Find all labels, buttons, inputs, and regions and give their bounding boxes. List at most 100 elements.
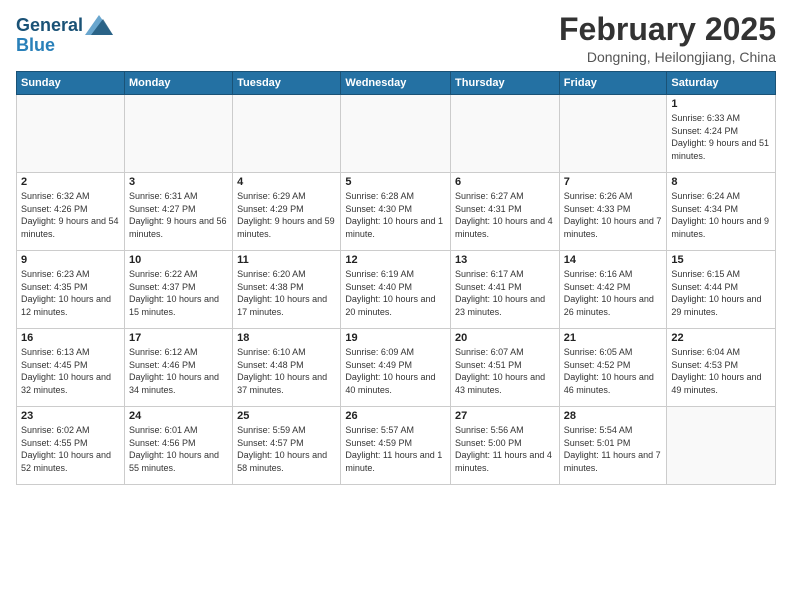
calendar-cell — [124, 95, 232, 173]
day-number: 27 — [455, 410, 555, 422]
logo-text-blue: Blue — [16, 36, 113, 56]
weekday-header-wednesday: Wednesday — [341, 72, 451, 95]
day-info: Sunrise: 5:57 AM Sunset: 4:59 PM Dayligh… — [345, 424, 446, 474]
calendar-cell: 7Sunrise: 6:26 AM Sunset: 4:33 PM Daylig… — [559, 173, 667, 251]
day-number: 6 — [455, 176, 555, 188]
day-info: Sunrise: 6:31 AM Sunset: 4:27 PM Dayligh… — [129, 190, 228, 240]
calendar-cell: 20 Sunrise: 6:07 AM Sunset: 4:51 PM Dayli… — [451, 329, 560, 407]
day-info: Sunrise: 6:04 AM Sunset: 4:53 PM Dayligh… — [671, 346, 771, 396]
day-number: 26 — [345, 410, 446, 422]
calendar-cell: 22 Sunrise: 6:04 AM Sunset: 4:53 PM Dayli… — [667, 329, 776, 407]
day-number: 22 — [671, 332, 771, 344]
weekday-header-thursday: Thursday — [451, 72, 560, 95]
day-info: Sunrise: 6:02 AM Sunset: 4:55 PM Dayligh… — [21, 424, 120, 474]
calendar-cell: 10Sunrise: 6:22 AM Sunset: 4:37 PM Dayli… — [124, 251, 232, 329]
day-info: Sunrise: 6:17 AM Sunset: 4:41 PM Dayligh… — [455, 268, 555, 318]
calendar-cell: 25Sunrise: 5:59 AM Sunset: 4:57 PM Dayli… — [233, 407, 341, 485]
day-number: 14 — [564, 254, 663, 266]
day-number: 9 — [21, 254, 120, 266]
calendar-week-2: 2 Sunrise: 6:32 AM Sunset: 4:26 PM Daylig… — [17, 173, 776, 251]
calendar-week-3: 9Sunrise: 6:23 AM Sunset: 4:35 PM Daylig… — [17, 251, 776, 329]
day-info: Sunrise: 6:27 AM Sunset: 4:31 PM Dayligh… — [455, 190, 555, 240]
calendar-cell: 1 Sunrise: 6:33 AM Sunset: 4:24 PM Daylig… — [667, 95, 776, 173]
calendar-cell: 6 Sunrise: 6:27 AM Sunset: 4:31 PM Daylig… — [451, 173, 560, 251]
day-info: Sunrise: 5:56 AM Sunset: 5:00 PM Dayligh… — [455, 424, 555, 474]
day-number: 2 — [21, 176, 120, 188]
day-info: Sunrise: 6:12 AM Sunset: 4:46 PM Dayligh… — [129, 346, 228, 396]
day-number: 20 — [455, 332, 555, 344]
calendar-cell — [233, 95, 341, 173]
calendar-cell: 18 Sunrise: 6:10 AM Sunset: 4:48 PM Dayli… — [233, 329, 341, 407]
day-info: Sunrise: 6:16 AM Sunset: 4:42 PM Dayligh… — [564, 268, 663, 318]
calendar-table: SundayMondayTuesdayWednesdayThursdayFrid… — [16, 71, 776, 485]
day-number: 13 — [455, 254, 555, 266]
logo-text-general: General — [16, 16, 83, 36]
calendar-cell: 11 Sunrise: 6:20 AM Sunset: 4:38 PM Dayli… — [233, 251, 341, 329]
day-info: Sunrise: 6:07 AM Sunset: 4:51 PM Dayligh… — [455, 346, 555, 396]
day-info: Sunrise: 6:24 AM Sunset: 4:34 PM Dayligh… — [671, 190, 771, 240]
calendar-cell — [341, 95, 451, 173]
calendar-cell — [559, 95, 667, 173]
weekday-header-saturday: Saturday — [667, 72, 776, 95]
calendar-cell: 12 Sunrise: 6:19 AM Sunset: 4:40 PM Dayli… — [341, 251, 451, 329]
calendar-cell: 8 Sunrise: 6:24 AM Sunset: 4:34 PM Daylig… — [667, 173, 776, 251]
logo-icon — [85, 15, 113, 35]
calendar-cell: 17 Sunrise: 6:12 AM Sunset: 4:46 PM Dayli… — [124, 329, 232, 407]
day-info: Sunrise: 6:05 AM Sunset: 4:52 PM Dayligh… — [564, 346, 663, 396]
calendar-cell: 4 Sunrise: 6:29 AM Sunset: 4:29 PM Daylig… — [233, 173, 341, 251]
day-info: Sunrise: 6:28 AM Sunset: 4:30 PM Dayligh… — [345, 190, 446, 240]
weekday-header-monday: Monday — [124, 72, 232, 95]
weekday-header-tuesday: Tuesday — [233, 72, 341, 95]
location-subtitle: Dongning, Heilongjiang, China — [559, 49, 776, 65]
day-info: Sunrise: 6:29 AM Sunset: 4:29 PM Dayligh… — [237, 190, 336, 240]
logo: General Blue — [16, 16, 113, 56]
day-number: 19 — [345, 332, 446, 344]
day-info: Sunrise: 5:59 AM Sunset: 4:57 PM Dayligh… — [237, 424, 336, 474]
day-number: 16 — [21, 332, 120, 344]
title-block: February 2025 Dongning, Heilongjiang, Ch… — [559, 12, 776, 65]
day-number: 12 — [345, 254, 446, 266]
calendar-cell: 26 Sunrise: 5:57 AM Sunset: 4:59 PM Dayli… — [341, 407, 451, 485]
day-info: Sunrise: 6:19 AM Sunset: 4:40 PM Dayligh… — [345, 268, 446, 318]
day-info: Sunrise: 6:20 AM Sunset: 4:38 PM Dayligh… — [237, 268, 336, 318]
day-number: 17 — [129, 332, 228, 344]
calendar-cell: 2 Sunrise: 6:32 AM Sunset: 4:26 PM Daylig… — [17, 173, 125, 251]
calendar-cell: 13 Sunrise: 6:17 AM Sunset: 4:41 PM Dayli… — [451, 251, 560, 329]
day-info: Sunrise: 6:15 AM Sunset: 4:44 PM Dayligh… — [671, 268, 771, 318]
day-number: 10 — [129, 254, 228, 266]
day-info: Sunrise: 6:32 AM Sunset: 4:26 PM Dayligh… — [21, 190, 120, 240]
day-number: 11 — [237, 254, 336, 266]
day-info: Sunrise: 5:54 AM Sunset: 5:01 PM Dayligh… — [564, 424, 663, 474]
calendar-cell: 16Sunrise: 6:13 AM Sunset: 4:45 PM Dayli… — [17, 329, 125, 407]
calendar-cell: 15Sunrise: 6:15 AM Sunset: 4:44 PM Dayli… — [667, 251, 776, 329]
day-number: 24 — [129, 410, 228, 422]
day-info: Sunrise: 6:33 AM Sunset: 4:24 PM Dayligh… — [671, 112, 771, 162]
calendar-cell: 14 Sunrise: 6:16 AM Sunset: 4:42 PM Dayli… — [559, 251, 667, 329]
day-info: Sunrise: 6:09 AM Sunset: 4:49 PM Dayligh… — [345, 346, 446, 396]
weekday-header-friday: Friday — [559, 72, 667, 95]
day-number: 4 — [237, 176, 336, 188]
day-number: 18 — [237, 332, 336, 344]
day-number: 7 — [564, 176, 663, 188]
day-number: 5 — [345, 176, 446, 188]
calendar-header-row: SundayMondayTuesdayWednesdayThursdayFrid… — [17, 72, 776, 95]
day-number: 28 — [564, 410, 663, 422]
header: General Blue February 2025 Dongning, Hei… — [16, 12, 776, 65]
calendar-cell: 5 Sunrise: 6:28 AM Sunset: 4:30 PM Daylig… — [341, 173, 451, 251]
day-info: Sunrise: 6:10 AM Sunset: 4:48 PM Dayligh… — [237, 346, 336, 396]
weekday-header-sunday: Sunday — [17, 72, 125, 95]
day-number: 3 — [129, 176, 228, 188]
day-number: 21 — [564, 332, 663, 344]
day-number: 1 — [671, 98, 771, 110]
calendar-cell: 3 Sunrise: 6:31 AM Sunset: 4:27 PM Daylig… — [124, 173, 232, 251]
calendar-cell: 9Sunrise: 6:23 AM Sunset: 4:35 PM Daylig… — [17, 251, 125, 329]
day-number: 8 — [671, 176, 771, 188]
calendar-cell: 27 Sunrise: 5:56 AM Sunset: 5:00 PM Dayli… — [451, 407, 560, 485]
calendar-cell: 21 Sunrise: 6:05 AM Sunset: 4:52 PM Dayli… — [559, 329, 667, 407]
calendar-cell: 23Sunrise: 6:02 AM Sunset: 4:55 PM Dayli… — [17, 407, 125, 485]
calendar-week-5: 23Sunrise: 6:02 AM Sunset: 4:55 PM Dayli… — [17, 407, 776, 485]
calendar-cell — [667, 407, 776, 485]
calendar-cell: 24Sunrise: 6:01 AM Sunset: 4:56 PM Dayli… — [124, 407, 232, 485]
calendar-cell — [17, 95, 125, 173]
calendar-cell — [451, 95, 560, 173]
